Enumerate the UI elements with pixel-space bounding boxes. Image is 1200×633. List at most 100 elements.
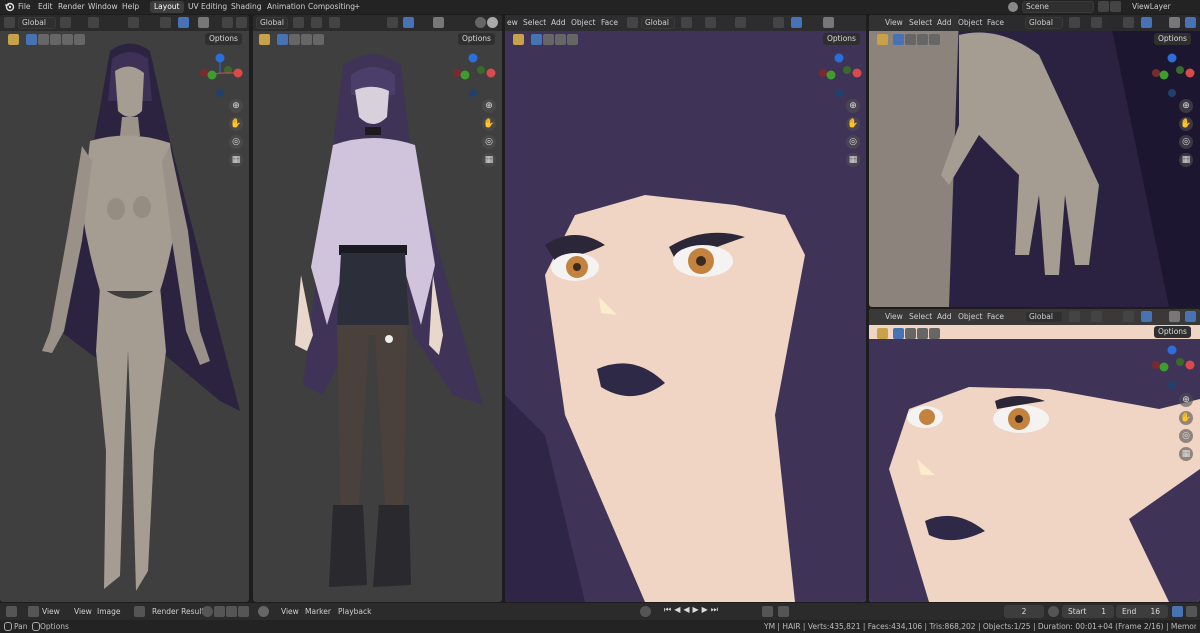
select-mode-invert-icon[interactable]: [567, 34, 578, 45]
viewport-hand-closeup[interactable]: View Select Add Object Face Global Optio…: [869, 15, 1200, 307]
pivot-icon[interactable]: [60, 17, 71, 28]
timeline-menu-marker[interactable]: Marker: [305, 603, 331, 620]
menu-view-partial[interactable]: ew: [507, 15, 518, 31]
pan-hand-icon[interactable]: ✋: [482, 117, 496, 131]
zoom-icon[interactable]: ⊕: [1179, 393, 1193, 407]
start-frame-field[interactable]: Start 1: [1062, 605, 1114, 618]
auto-key-icon[interactable]: [778, 606, 789, 617]
menu-select[interactable]: Select: [523, 15, 546, 31]
tool-select-icon[interactable]: [877, 34, 888, 45]
overlay-icon[interactable]: [128, 17, 139, 28]
camera-view-icon[interactable]: ◎: [1179, 135, 1193, 149]
viewport-face-closeup[interactable]: ew Select Add Object Face Global Options…: [505, 15, 866, 602]
visibility-icon[interactable]: [1123, 311, 1134, 322]
nav-gizmo[interactable]: [1150, 343, 1198, 391]
menu-object[interactable]: Object: [958, 15, 982, 31]
pivot-icon[interactable]: [1069, 311, 1080, 322]
snap-icon[interactable]: [88, 17, 99, 28]
snap-icon[interactable]: [1091, 17, 1102, 28]
menu-add[interactable]: Add: [937, 309, 952, 325]
nav-gizmo[interactable]: [1150, 51, 1198, 99]
pan-hand-icon[interactable]: ✋: [1179, 411, 1193, 425]
render-result-field[interactable]: Render Result: [152, 603, 204, 620]
camera-view-icon[interactable]: ◎: [1179, 429, 1193, 443]
menu-file[interactable]: File: [18, 0, 31, 14]
overlay-icon[interactable]: [1169, 17, 1180, 28]
viewport-face-side[interactable]: View Select Add Object Face Global Optio…: [869, 309, 1200, 602]
new-image-icon[interactable]: [214, 606, 225, 617]
options-dropdown[interactable]: Options: [1154, 326, 1191, 338]
tool-select-icon[interactable]: [259, 34, 270, 45]
show-gizmo-icon[interactable]: [403, 17, 414, 28]
editor-type-icon[interactable]: [4, 17, 15, 28]
camera-view-icon[interactable]: ◎: [846, 135, 860, 149]
transform-orientation[interactable]: Global: [1025, 17, 1063, 29]
open-folder-icon[interactable]: [226, 606, 237, 617]
zoom-icon[interactable]: ⊕: [846, 99, 860, 113]
image-mode-icon[interactable]: [28, 606, 39, 617]
overlay-icon[interactable]: [1169, 311, 1180, 322]
perspective-grid-icon[interactable]: ▦: [1179, 153, 1193, 167]
pivot-icon[interactable]: [681, 17, 692, 28]
menu-face[interactable]: Face: [987, 15, 1004, 31]
editor-type-icon[interactable]: [627, 17, 638, 28]
solid-shading-icon[interactable]: [222, 17, 233, 28]
menu-view-mode[interactable]: View: [42, 603, 60, 620]
menu-select[interactable]: Select: [909, 15, 932, 31]
xray-icon[interactable]: [1185, 311, 1196, 322]
pivot-icon[interactable]: [293, 17, 304, 28]
view-layer-label[interactable]: ViewLayer: [1132, 0, 1171, 14]
blender-icon[interactable]: [4, 0, 15, 14]
tool-select-icon[interactable]: [513, 34, 524, 45]
show-gizmo-icon[interactable]: [178, 17, 189, 28]
proportional-icon[interactable]: [735, 17, 746, 28]
transform-orientation[interactable]: Global: [1025, 311, 1063, 323]
timeline-menu-view[interactable]: View: [281, 603, 299, 620]
perspective-grid-icon[interactable]: ▦: [846, 153, 860, 167]
timeline-menu-playback[interactable]: Playback: [338, 603, 371, 620]
overlay-icon[interactable]: [823, 17, 834, 28]
menu-render[interactable]: Render: [58, 0, 85, 14]
menu-view[interactable]: View: [885, 309, 903, 325]
add-workspace-button[interactable]: +: [350, 1, 364, 13]
menu-face[interactable]: Face: [987, 309, 1004, 325]
pan-hand-icon[interactable]: ✋: [1179, 117, 1193, 131]
snap-icon[interactable]: [1091, 311, 1102, 322]
filter-icon[interactable]: [1186, 606, 1197, 617]
tool-select-icon[interactable]: [8, 34, 19, 45]
transform-orientation[interactable]: Global: [256, 17, 288, 29]
menu-object[interactable]: Object: [571, 15, 595, 31]
tab-shading[interactable]: Shading: [227, 1, 265, 13]
pin-icon[interactable]: [202, 606, 213, 617]
select-mode-extend-icon[interactable]: [905, 34, 916, 45]
select-mode-extend-icon[interactable]: [905, 328, 916, 339]
menu-view[interactable]: View: [74, 603, 92, 620]
select-mode-new-icon[interactable]: [893, 34, 904, 45]
menu-window[interactable]: Window: [88, 0, 118, 14]
snap-target-icon[interactable]: [329, 17, 340, 28]
select-mode-extend-icon[interactable]: [543, 34, 554, 45]
tool-select-icon[interactable]: [877, 328, 888, 339]
pan-hand-icon[interactable]: ✋: [846, 117, 860, 131]
xray-icon[interactable]: [1185, 17, 1196, 28]
tab-uv-editing[interactable]: UV Editing: [184, 1, 231, 13]
viewport-clay[interactable]: Global Options ⊕ ✋ ◎ ▦: [0, 15, 249, 602]
overlay-icon[interactable]: [433, 17, 444, 28]
xray-icon[interactable]: [160, 17, 171, 28]
transform-orientation[interactable]: Global: [641, 17, 675, 29]
menu-image[interactable]: Image: [97, 603, 121, 620]
visibility-icon[interactable]: [387, 17, 398, 28]
sync-icon[interactable]: [1172, 606, 1183, 617]
viewport-textured[interactable]: Global Options ⊕ ✋ ◎ ▦: [253, 15, 502, 602]
menu-object[interactable]: Object: [958, 309, 982, 325]
select-mode-new-icon[interactable]: [893, 328, 904, 339]
show-gizmo-icon[interactable]: [1141, 17, 1152, 28]
image-browse-icon[interactable]: [134, 606, 145, 617]
pivot-icon[interactable]: [1069, 17, 1080, 28]
show-gizmo-icon[interactable]: [1141, 311, 1152, 322]
record-icon[interactable]: [640, 606, 651, 617]
material-shading-icon[interactable]: [487, 17, 498, 28]
visibility-icon[interactable]: [773, 17, 784, 28]
clock-icon[interactable]: [1048, 606, 1059, 617]
menu-edit[interactable]: Edit: [38, 0, 53, 14]
